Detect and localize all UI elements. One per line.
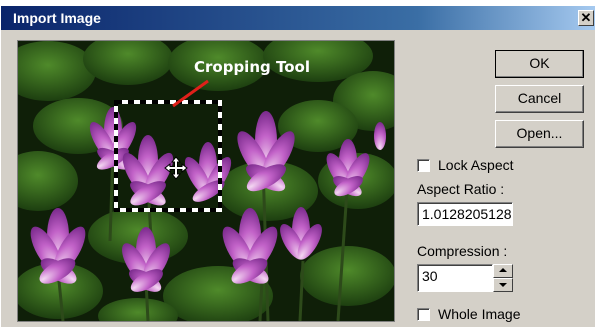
cancel-button[interactable]: Cancel	[495, 85, 584, 113]
whole-image-checkbox[interactable]	[417, 308, 430, 321]
aspect-ratio-field[interactable]: 1.0128205128	[417, 202, 513, 226]
aspect-ratio-label: Aspect Ratio :	[417, 181, 505, 197]
arrow-down-icon	[499, 283, 507, 287]
lotus-flowers-photo: Cropping Tool	[18, 41, 394, 321]
close-button[interactable]: ✕	[578, 10, 594, 26]
compression-spin-down[interactable]	[493, 278, 513, 292]
image-preview[interactable]: Cropping Tool	[17, 40, 395, 322]
annotation-label: Cropping Tool	[194, 58, 310, 76]
compression-label: Compression :	[417, 243, 508, 259]
ok-button[interactable]: OK	[495, 50, 584, 78]
whole-image-label: Whole Image	[438, 306, 521, 322]
close-icon: ✕	[580, 10, 592, 25]
open-button[interactable]: Open...	[495, 120, 584, 148]
import-image-dialog: Import Image ✕ Cropping Tool OK Cancel O…	[0, 5, 595, 327]
lock-aspect-checkbox[interactable]	[417, 159, 430, 172]
title-bar[interactable]: Import Image ✕	[1, 6, 595, 30]
dialog-title: Import Image	[13, 10, 101, 26]
lock-aspect-label: Lock Aspect	[438, 157, 514, 173]
compression-field[interactable]: 30	[417, 264, 493, 292]
compression-spin-up[interactable]	[493, 264, 513, 278]
arrow-up-icon	[499, 268, 507, 272]
